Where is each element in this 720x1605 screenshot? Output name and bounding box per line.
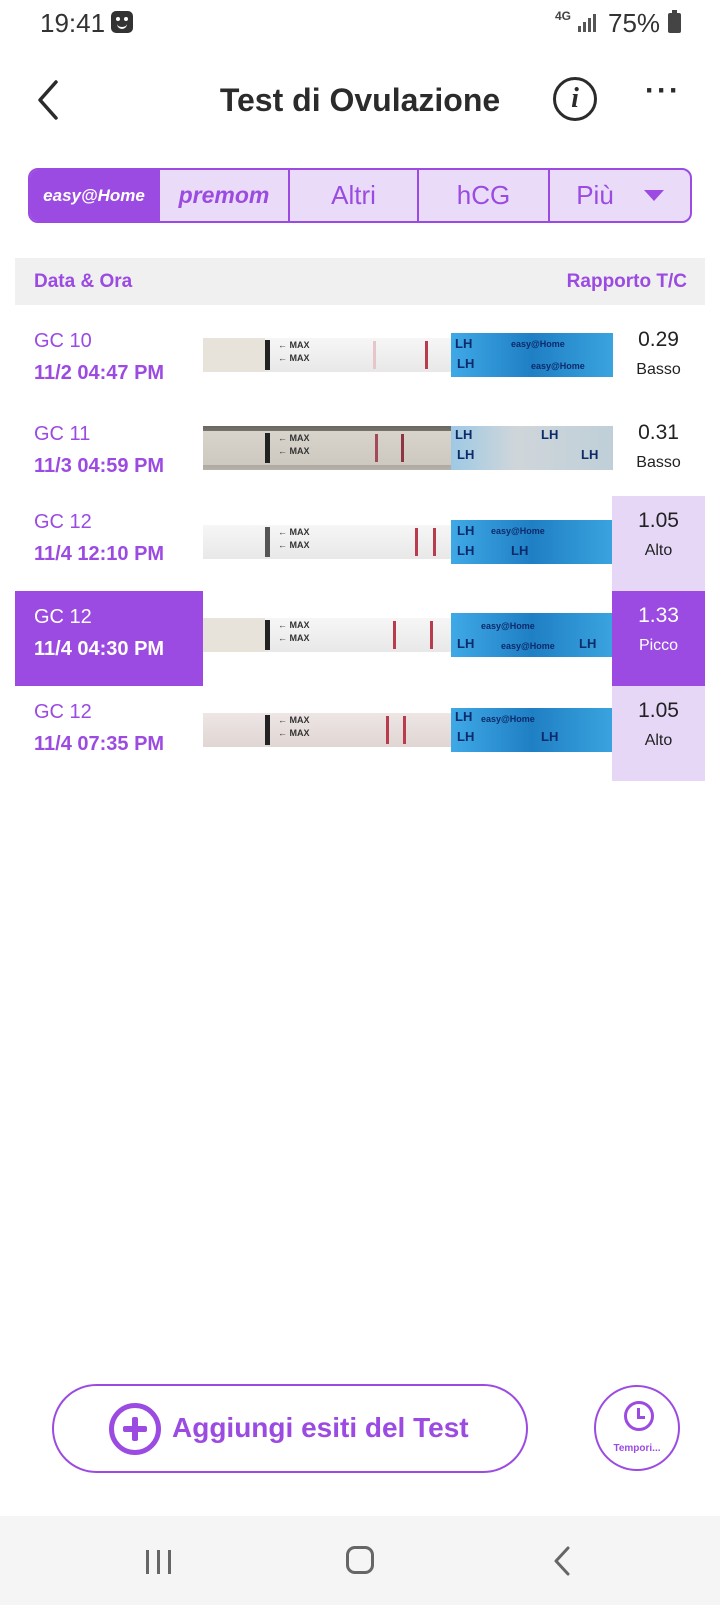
- tab-easyhome-label: easy@Home: [43, 185, 145, 205]
- more-options-button[interactable]: ···: [645, 76, 685, 110]
- test-strip-image[interactable]: ← MAX ← MAX LH LH LH LH: [203, 426, 613, 470]
- add-test-results-label: Aggiungi esiti del Test: [172, 1412, 469, 1443]
- ratio-cell: 1.33 Picco: [612, 591, 705, 686]
- recents-icon[interactable]: [146, 1550, 174, 1574]
- table-header: Data & Ora Rapporto T/C: [15, 258, 705, 305]
- lh-level: Alto: [644, 732, 673, 749]
- test-datetime: 11/2 04:47 PM: [34, 362, 165, 384]
- tc-ratio: 1.05: [638, 509, 679, 532]
- cycle-day: GC 11: [34, 423, 91, 445]
- tab-hcg[interactable]: hCG: [419, 170, 550, 221]
- test-datetime: 11/4 07:35 PM: [34, 733, 165, 755]
- tc-ratio: 0.29: [638, 328, 679, 351]
- test-datetime: 11/4 04:30 PM: [34, 638, 165, 660]
- cycle-day: GC 10: [34, 330, 92, 352]
- table-row[interactable]: GC 10 11/2 04:47 PM ← MAX ← MAX LH easy@Ho…: [15, 315, 705, 410]
- more-dots-icon: ···: [645, 74, 681, 107]
- app-header: Test di Ovulazione i ···: [0, 60, 720, 140]
- tab-easyhome[interactable]: easy@Home: [30, 170, 160, 221]
- test-strip-image[interactable]: ← MAX ← MAX LH easy@Home LH LH: [203, 520, 613, 564]
- cycle-day: GC 12: [34, 511, 92, 533]
- battery-icon: [668, 10, 681, 33]
- table-row[interactable]: GC 12 11/4 04:30 PM ← MAX ← MAX easy@Home…: [15, 591, 705, 686]
- row-date-cell: GC 11 11/3 04:59 PM: [15, 408, 203, 503]
- timer-label: Tempori...: [613, 1443, 661, 1454]
- notification-face-icon: [111, 11, 133, 33]
- column-date-header: Data & Ora: [34, 271, 133, 292]
- ratio-cell: 0.31 Basso: [612, 408, 705, 503]
- table-row[interactable]: GC 12 11/4 07:35 PM ← MAX ← MAX LH easy@Ho…: [15, 686, 705, 781]
- ratio-cell: 1.05 Alto: [612, 686, 705, 781]
- tab-premom[interactable]: premom: [160, 170, 290, 221]
- plus-circle-icon: [109, 1403, 161, 1455]
- table-row[interactable]: GC 11 11/3 04:59 PM ← MAX ← MAX LH LH LH LH …: [15, 408, 705, 503]
- info-icon: i: [571, 83, 579, 114]
- tc-ratio: 1.05: [638, 699, 679, 722]
- status-bar: 19:41 4G 75%: [0, 0, 720, 48]
- tab-premom-label: premom: [178, 182, 270, 208]
- cycle-day: GC 12: [34, 701, 92, 723]
- row-date-cell: GC 12 11/4 12:10 PM: [15, 496, 203, 591]
- column-ratio-header: Rapporto T/C: [566, 271, 687, 292]
- ratio-cell: 1.05 Alto: [612, 496, 705, 591]
- signal-icon: [578, 12, 600, 32]
- battery-percent: 75%: [608, 8, 661, 38]
- test-datetime: 11/3 04:59 PM: [34, 455, 165, 477]
- lh-level: Alto: [644, 542, 673, 559]
- system-nav-bar: [0, 1516, 720, 1605]
- tab-altri[interactable]: Altri: [290, 170, 419, 221]
- info-button[interactable]: i: [553, 77, 597, 121]
- brand-tabs: easy@Home premom Altri hCG Più: [28, 168, 692, 223]
- test-strip-image[interactable]: ← MAX ← MAX easy@Home LH easy@Home LH: [203, 613, 613, 657]
- test-strip-image[interactable]: ← MAX ← MAX LH easy@Home LH LH: [203, 708, 613, 752]
- tab-more-label: Più: [576, 180, 614, 210]
- tab-more[interactable]: Più: [550, 170, 690, 221]
- tab-hcg-label: hCG: [456, 180, 511, 210]
- timer-button[interactable]: Tempori...: [594, 1385, 680, 1471]
- row-date-cell: GC 12 11/4 04:30 PM: [15, 591, 203, 686]
- home-icon[interactable]: [346, 1546, 374, 1574]
- row-date-cell: GC 10 11/2 04:47 PM: [15, 315, 203, 410]
- network-type: 4G: [555, 9, 572, 23]
- tc-ratio: 1.33: [638, 604, 679, 627]
- lh-level: Basso: [636, 361, 681, 378]
- add-test-results-button[interactable]: Aggiungi esiti del Test: [52, 1384, 528, 1473]
- lh-level: Basso: [636, 454, 681, 471]
- row-date-cell: GC 12 11/4 07:35 PM: [15, 686, 203, 781]
- page-title: Test di Ovulazione: [219, 82, 501, 118]
- test-datetime: 11/4 12:10 PM: [34, 543, 165, 565]
- chevron-down-icon: [643, 190, 664, 201]
- tab-altri-label: Altri: [331, 180, 376, 210]
- tc-ratio: 0.31: [638, 421, 679, 444]
- nav-back-icon[interactable]: [552, 1546, 572, 1576]
- timer-icon: [624, 1401, 654, 1431]
- table-row[interactable]: GC 12 11/4 12:10 PM ← MAX ← MAX LH easy@Ho…: [15, 496, 705, 591]
- status-time: 19:41: [40, 8, 106, 38]
- lh-level: Picco: [638, 637, 679, 654]
- test-strip-image[interactable]: ← MAX ← MAX LH easy@Home LH easy@Home: [203, 333, 613, 377]
- ratio-cell: 0.29 Basso: [612, 315, 705, 410]
- cycle-day: GC 12: [34, 606, 92, 628]
